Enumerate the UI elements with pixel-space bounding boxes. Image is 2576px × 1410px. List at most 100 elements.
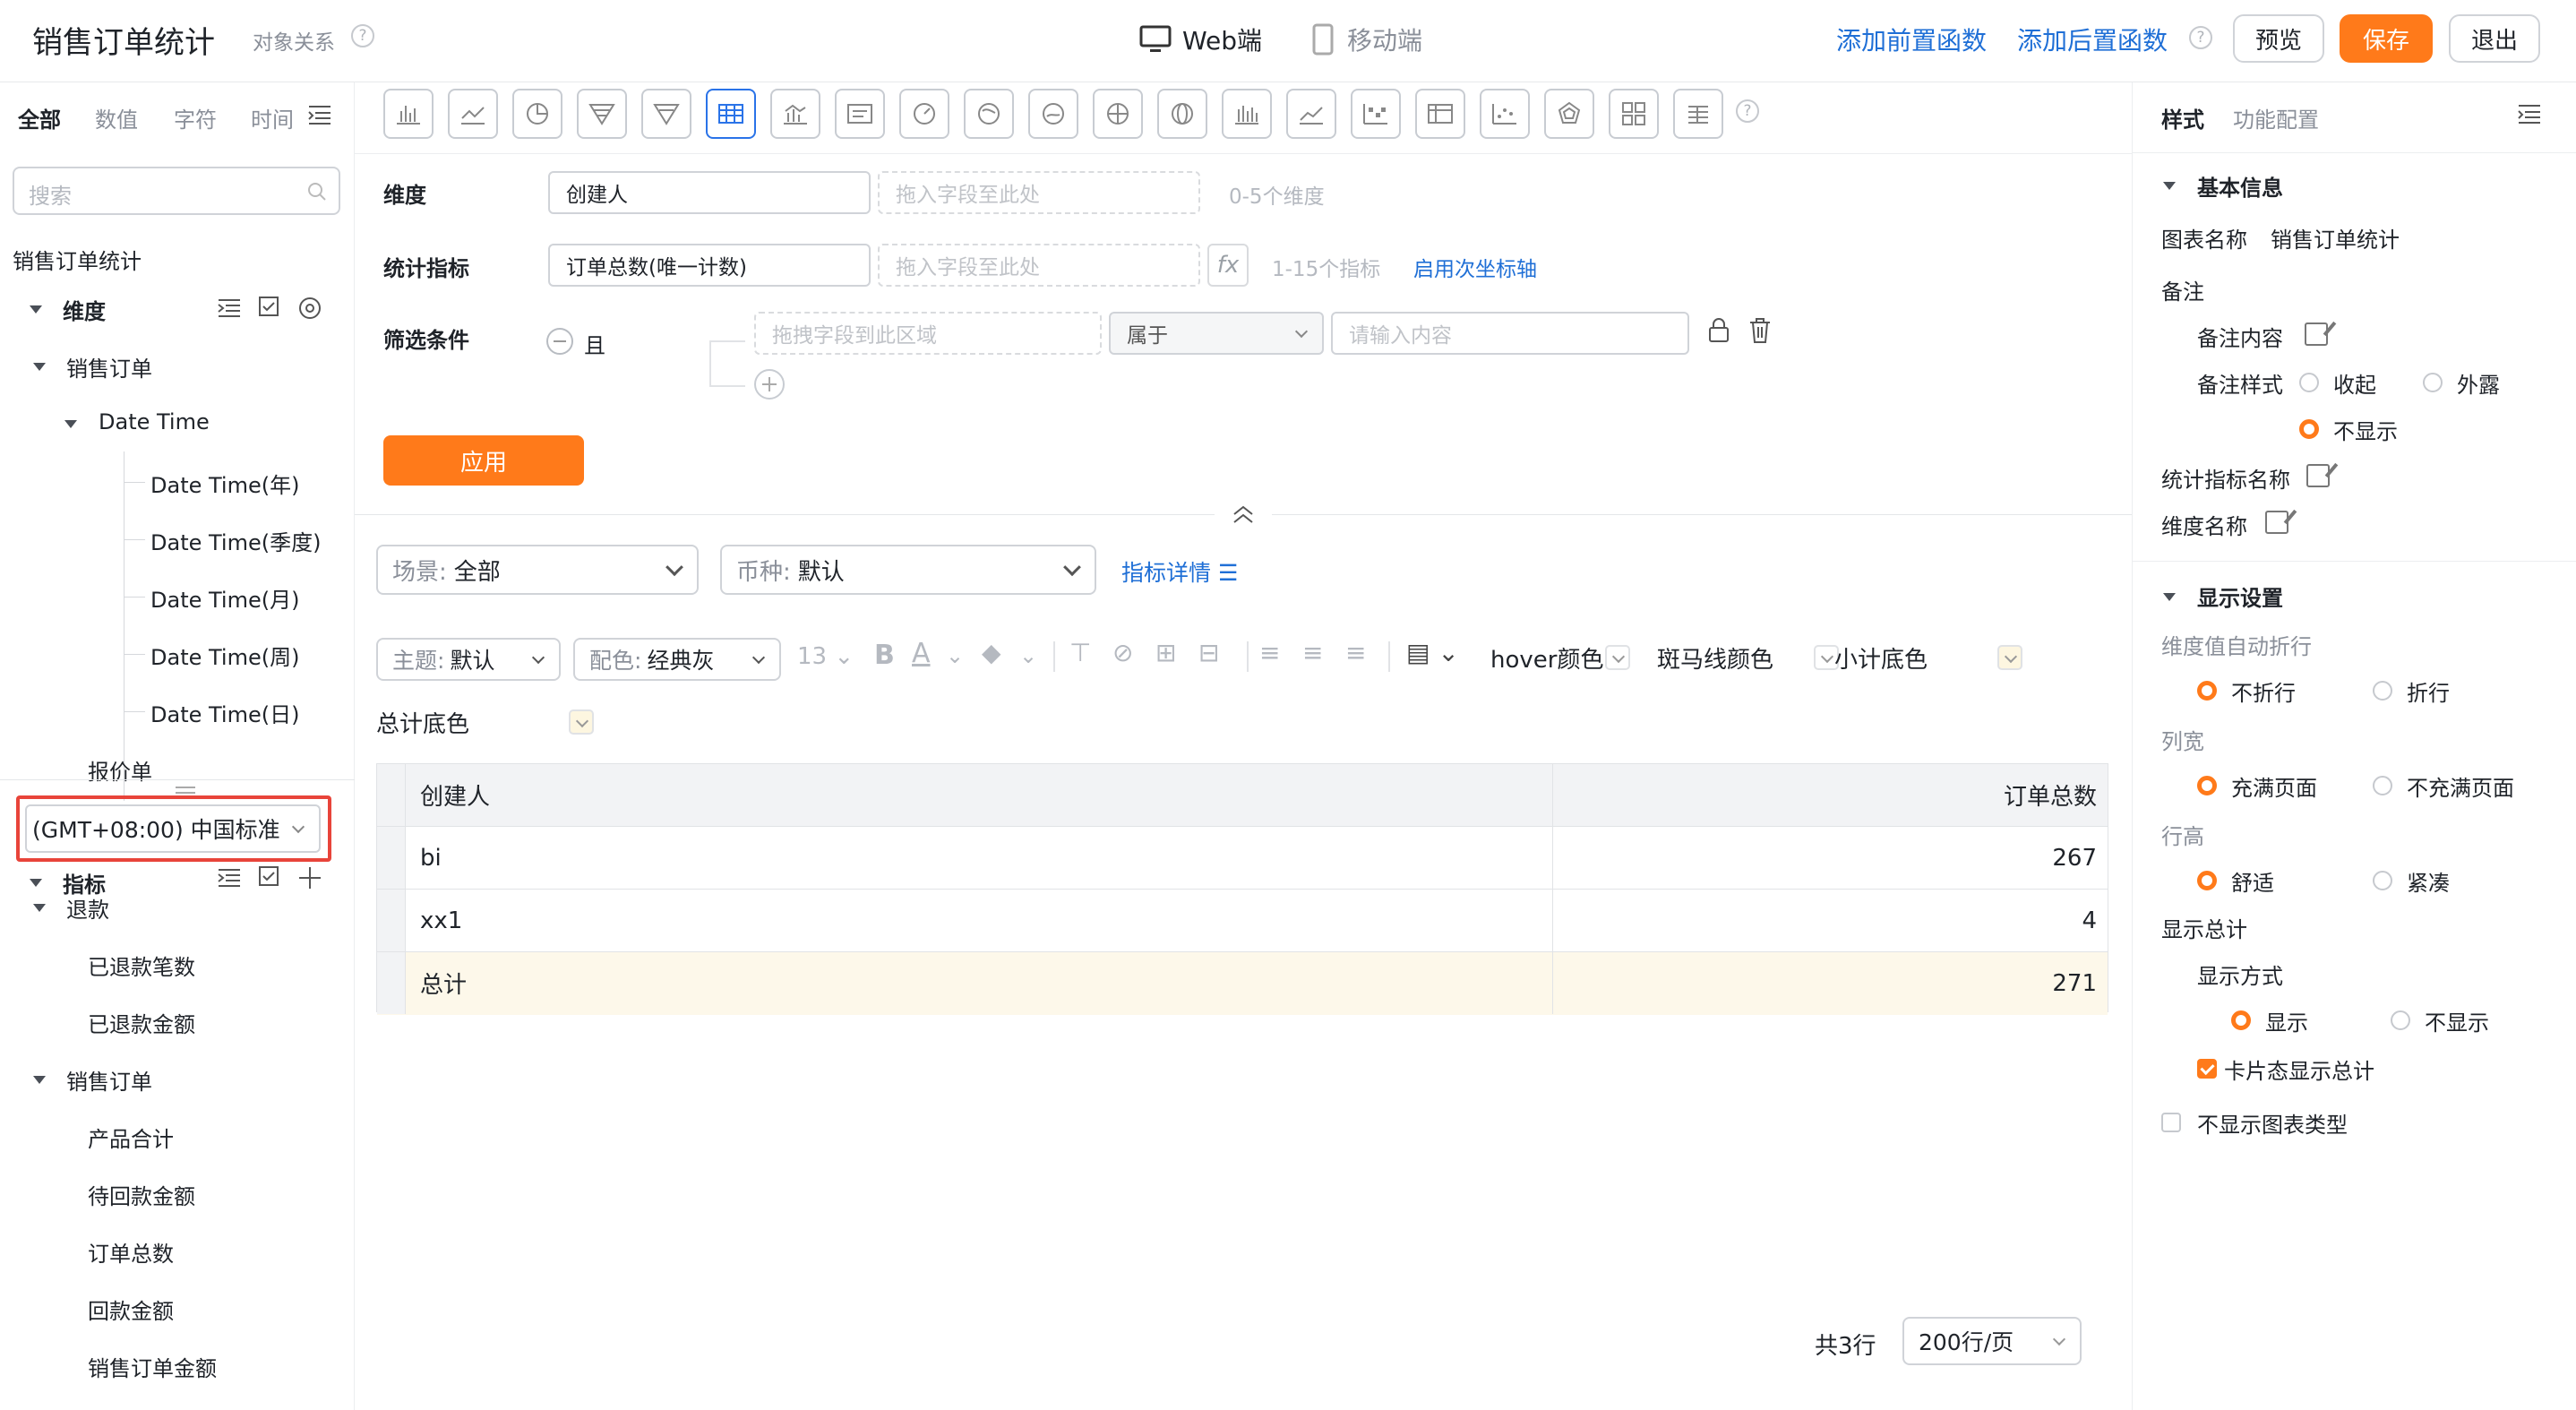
caret-down-icon[interactable] bbox=[64, 420, 77, 428]
field-payment-amount[interactable]: 回款金额 bbox=[88, 1294, 174, 1325]
split-cells-icon[interactable]: ⊟ bbox=[1198, 638, 1219, 667]
hover-color-picker[interactable] bbox=[1605, 645, 1630, 670]
card-total-checkbox[interactable] bbox=[2197, 1059, 2217, 1079]
radio-wrap[interactable] bbox=[2373, 681, 2392, 701]
china-map-alt-icon[interactable] bbox=[1028, 89, 1078, 139]
align-center-icon[interactable]: ≡ bbox=[1302, 638, 1323, 667]
preview-button[interactable]: 预览 bbox=[2233, 14, 2324, 63]
list-icon[interactable] bbox=[1673, 89, 1723, 139]
save-button[interactable]: 保存 bbox=[2340, 14, 2433, 63]
radio-comfortable[interactable] bbox=[2197, 871, 2217, 890]
table-layout-icon[interactable]: ▤ ⌄ bbox=[1406, 638, 1459, 667]
scene-select[interactable]: 场景: 全部 bbox=[376, 545, 699, 595]
help-icon[interactable]: ? bbox=[351, 24, 374, 47]
search-input[interactable]: 搜索 bbox=[13, 167, 340, 215]
formula-icon[interactable]: fx bbox=[1207, 244, 1249, 287]
pivot-table-icon[interactable] bbox=[1415, 89, 1465, 139]
field-sales-amount[interactable]: 销售订单金额 bbox=[88, 1351, 217, 1382]
unlink-icon[interactable]: ⊘ bbox=[1112, 638, 1133, 667]
table-chart-icon[interactable] bbox=[706, 89, 756, 139]
caret-down-icon[interactable] bbox=[33, 904, 46, 912]
radio-collapse[interactable] bbox=[2299, 373, 2319, 392]
apply-button[interactable]: 应用 bbox=[383, 435, 584, 486]
field-datetime-day[interactable]: Date Time(日) bbox=[150, 697, 299, 728]
total-color-picker[interactable] bbox=[569, 709, 595, 735]
radio-no-fill-page[interactable] bbox=[2373, 776, 2392, 795]
tab-time[interactable]: 时间 bbox=[251, 102, 294, 133]
add-pre-function-link[interactable]: 添加前置函数 bbox=[1836, 21, 1987, 57]
field-datetime-year[interactable]: Date Time(年) bbox=[150, 468, 299, 499]
pie-chart-icon[interactable] bbox=[512, 89, 562, 139]
grid-icon[interactable] bbox=[1609, 89, 1659, 139]
edit-icon[interactable] bbox=[2306, 464, 2330, 487]
add-post-function-link[interactable]: 添加后置函数 bbox=[2017, 21, 2168, 57]
collapse-panel-icon[interactable] bbox=[2518, 104, 2541, 124]
merge-cells-icon[interactable]: ⊞ bbox=[1155, 638, 1176, 667]
chart-name-value[interactable]: 销售订单统计 bbox=[2271, 222, 2400, 254]
radio-expose[interactable] bbox=[2423, 373, 2443, 392]
radio-fill-page[interactable] bbox=[2197, 776, 2217, 795]
field-pending-amount[interactable]: 待回款金额 bbox=[88, 1179, 195, 1210]
caret-down-icon[interactable] bbox=[2163, 182, 2176, 190]
radio-show[interactable] bbox=[2231, 1010, 2251, 1030]
indent-icon[interactable] bbox=[217, 867, 242, 889]
column-header-order-count[interactable]: 订单总数 bbox=[2004, 764, 2097, 826]
metric-detail-link[interactable]: 指标详情 ☰ bbox=[1121, 555, 1238, 588]
metric-field[interactable]: 订单总数(唯一计数) bbox=[548, 244, 871, 287]
tree-quote[interactable]: 报价单 bbox=[88, 754, 152, 786]
radar-icon[interactable] bbox=[1544, 89, 1594, 139]
edit-icon[interactable] bbox=[2305, 322, 2328, 346]
drag-handle[interactable] bbox=[176, 787, 195, 794]
tab-string[interactable]: 字符 bbox=[174, 102, 217, 133]
field-datetime-quarter[interactable]: Date Time(季度) bbox=[150, 525, 321, 556]
help-icon[interactable]: ? bbox=[2189, 26, 2212, 49]
tab-function-config[interactable]: 功能配置 bbox=[2233, 102, 2319, 133]
filter-value-input[interactable]: 请输入内容 bbox=[1331, 312, 1689, 355]
field-refunded-count[interactable]: 已退款笔数 bbox=[88, 950, 195, 981]
chevron-down-icon[interactable]: ⌄ bbox=[1019, 643, 1037, 668]
dimension-field[interactable]: 创建人 bbox=[548, 171, 871, 214]
tab-all[interactable]: 全部 bbox=[18, 102, 61, 133]
heatmap-icon[interactable] bbox=[1351, 89, 1401, 139]
tree-refund[interactable]: 退款 bbox=[66, 892, 109, 924]
column-header-creator[interactable]: 创建人 bbox=[420, 764, 490, 826]
add-condition-icon[interactable] bbox=[754, 369, 785, 400]
field-order-count[interactable]: 订单总数 bbox=[88, 1236, 174, 1268]
and-label[interactable]: 且 bbox=[584, 328, 605, 359]
minus-circle-icon[interactable] bbox=[546, 328, 573, 355]
theme-select[interactable]: 主题: 默认 bbox=[376, 638, 561, 681]
metric-drop-zone[interactable]: 拖入字段至此处 bbox=[878, 244, 1200, 287]
column-chart-icon[interactable] bbox=[1222, 89, 1272, 139]
align-top-icon[interactable]: ⊤ bbox=[1069, 638, 1091, 667]
checklist-icon[interactable] bbox=[258, 865, 283, 890]
collapse-up-icon[interactable] bbox=[1231, 503, 1256, 525]
fill-color-icon[interactable]: ◆ bbox=[982, 638, 1001, 667]
tree-sales-order-metrics[interactable]: 销售订单 bbox=[66, 1064, 152, 1096]
palette-select[interactable]: 配色: 经典灰 bbox=[573, 638, 781, 681]
caret-down-icon[interactable] bbox=[30, 305, 42, 314]
currency-select[interactable]: 币种: 默认 bbox=[720, 545, 1096, 595]
align-right-icon[interactable]: ≡ bbox=[1345, 638, 1366, 667]
radio-no-show[interactable] bbox=[2391, 1010, 2410, 1030]
filter-operator-select[interactable]: 属于 bbox=[1109, 312, 1324, 355]
field-refunded-amount[interactable]: 已退款金额 bbox=[88, 1007, 195, 1038]
delete-icon[interactable] bbox=[1748, 317, 1772, 344]
scatter-icon[interactable] bbox=[1480, 89, 1530, 139]
page-size-select[interactable]: 200行/页 bbox=[1902, 1317, 2082, 1365]
secondary-axis-link[interactable]: 启用次坐标轴 bbox=[1413, 252, 1537, 282]
caret-down-icon[interactable] bbox=[2163, 593, 2176, 601]
funnel-alt-icon[interactable] bbox=[641, 89, 691, 139]
chevron-down-icon[interactable]: ⌄ bbox=[946, 643, 964, 668]
add-icon[interactable] bbox=[297, 865, 322, 890]
tab-number[interactable]: 数值 bbox=[95, 102, 138, 133]
caret-down-icon[interactable] bbox=[30, 879, 42, 887]
globe-icon[interactable] bbox=[1157, 89, 1207, 139]
area-chart-icon[interactable] bbox=[1286, 89, 1336, 139]
gauge-icon[interactable] bbox=[899, 89, 949, 139]
font-size-select[interactable]: 13 ⌄ bbox=[797, 643, 854, 670]
field-product-total[interactable]: 产品合计 bbox=[88, 1122, 174, 1153]
timezone-select[interactable]: (GMT+08:00) 中国标准 bbox=[25, 804, 321, 853]
settings-icon[interactable] bbox=[297, 296, 322, 321]
radio-nowrap[interactable] bbox=[2197, 681, 2217, 701]
align-left-icon[interactable]: ≡ bbox=[1259, 638, 1280, 667]
